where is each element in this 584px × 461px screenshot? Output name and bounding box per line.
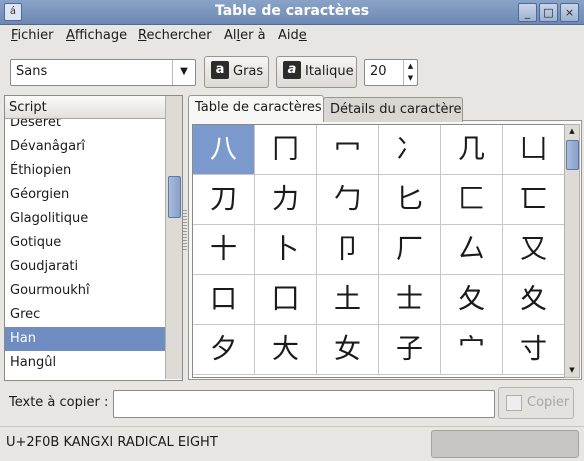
font-family-combo[interactable]: Sans ▼ <box>10 59 196 86</box>
list-item[interactable]: Grec <box>5 303 165 327</box>
grid-cell[interactable]: 夕 <box>193 325 255 375</box>
list-item[interactable]: Goudjarati <box>5 255 165 279</box>
tab-character-details[interactable]: Détails du caractère <box>323 97 463 122</box>
italic-icon: a <box>283 61 301 79</box>
copy-text-input[interactable] <box>113 390 495 418</box>
font-size-spinner[interactable]: 20 ▲ ▼ <box>364 59 418 86</box>
menu-fichier[interactable]: Fichier <box>11 28 54 43</box>
list-item[interactable]: Gourmoukhî <box>5 279 165 303</box>
menu-affichage[interactable]: Affichage <box>66 28 127 43</box>
grid-cell[interactable]: 卜 <box>255 225 317 275</box>
script-column-header[interactable]: Script <box>5 96 165 119</box>
grid-cell[interactable]: 寸 <box>503 325 564 375</box>
grid-cell[interactable]: 勹 <box>317 175 379 225</box>
grid-cell[interactable]: 厂 <box>379 225 441 275</box>
bold-icon: a <box>211 61 229 79</box>
copy-button-label: Copier <box>527 395 570 410</box>
character-grid: 八 冂 冖 冫 几 凵 刀 力 勹 匕 匚 匸 十 卜 卩 厂 厶 又 口 囗 … <box>192 124 565 378</box>
grid-cell[interactable]: 女 <box>317 325 379 375</box>
chevron-down-icon[interactable]: ▼ <box>172 60 195 85</box>
grid-cell[interactable]: 囗 <box>255 275 317 325</box>
grid-cell[interactable]: 夂 <box>441 275 503 325</box>
title-bar: á Table de caractères _ □ × <box>0 0 584 25</box>
minimize-icon[interactable]: _ <box>518 3 537 22</box>
grid-cell[interactable]: 口 <box>193 275 255 325</box>
grid-cell[interactable]: 刀 <box>193 175 255 225</box>
list-item[interactable]: Hangûl <box>5 351 165 375</box>
list-item[interactable]: Gotique <box>5 231 165 255</box>
grid-cell[interactable]: 匚 <box>441 175 503 225</box>
list-item[interactable]: Dévanâgarî <box>5 135 165 159</box>
grid-cell-selected[interactable]: 八 <box>193 125 255 175</box>
scrollbar-thumb[interactable] <box>168 176 181 218</box>
copy-icon <box>506 395 522 411</box>
italic-label: Italique <box>305 64 354 79</box>
status-bar: U+2F0B KANGXI RADICAL EIGHT <box>0 426 584 461</box>
grid-cell[interactable]: 子 <box>379 325 441 375</box>
grid-cell[interactable]: 士 <box>379 275 441 325</box>
list-item[interactable]: Déséret <box>5 119 165 135</box>
grid-cell[interactable]: 凵 <box>503 125 564 175</box>
list-item-selected[interactable]: Han <box>5 327 165 351</box>
grid-scrollbar[interactable]: ▲ ▼ <box>564 124 580 378</box>
window-title: Table de caractères <box>214 3 370 19</box>
spin-arrows-icon[interactable]: ▲ ▼ <box>403 60 417 85</box>
status-progress-box <box>431 430 579 458</box>
grid-cell[interactable]: 匕 <box>379 175 441 225</box>
list-item[interactable]: Glagolitique <box>5 207 165 231</box>
grid-cell[interactable]: 冂 <box>255 125 317 175</box>
grid-cell[interactable]: 几 <box>441 125 503 175</box>
grid-cell[interactable]: 夊 <box>503 275 564 325</box>
grid-cell[interactable]: 又 <box>503 225 564 275</box>
grid-cell[interactable]: 十 <box>193 225 255 275</box>
script-list: Déséret Dévanâgarî Éthiopien Géorgien Gl… <box>5 119 165 379</box>
script-list-scrollbar[interactable] <box>165 96 182 379</box>
menu-aide[interactable]: Aide <box>278 28 307 43</box>
grid-cell[interactable]: 厶 <box>441 225 503 275</box>
menu-bar: Fichier Affichage Rechercher Aller à Aid… <box>0 25 584 47</box>
bold-button[interactable]: a Gras <box>204 56 269 88</box>
script-list-panel: Script Déséret Dévanâgarî Éthiopien Géor… <box>4 95 183 381</box>
status-text: U+2F0B KANGXI RADICAL EIGHT <box>6 435 218 450</box>
close-icon[interactable]: × <box>560 3 579 22</box>
copy-text-label: Texte à copier : <box>9 395 109 410</box>
grid-cell[interactable]: 力 <box>255 175 317 225</box>
pane-resize-handle[interactable] <box>183 210 187 250</box>
scroll-up-icon[interactable]: ▲ <box>565 125 579 138</box>
grid-cell[interactable]: 冖 <box>317 125 379 175</box>
bold-label: Gras <box>233 64 264 79</box>
list-item[interactable]: Éthiopien <box>5 159 165 183</box>
menu-rechercher[interactable]: Rechercher <box>138 28 212 43</box>
maximize-icon[interactable]: □ <box>539 3 558 22</box>
grid-cell[interactable]: 卩 <box>317 225 379 275</box>
copy-button[interactable]: Copier <box>498 387 574 419</box>
tab-character-table[interactable]: Table de caractères <box>188 95 324 122</box>
grid-cell[interactable]: 匸 <box>503 175 564 225</box>
italic-button[interactable]: a Italique <box>276 56 357 88</box>
grid-cell[interactable]: 土 <box>317 275 379 325</box>
list-item[interactable]: Géorgien <box>5 183 165 207</box>
grid-cell[interactable]: 冫 <box>379 125 441 175</box>
font-size-value: 20 <box>370 64 387 79</box>
scrollbar-thumb[interactable] <box>566 140 579 170</box>
grid-cell[interactable]: 大 <box>255 325 317 375</box>
scroll-down-icon[interactable]: ▼ <box>565 364 579 377</box>
menu-aller-a[interactable]: Aller à <box>224 28 266 43</box>
font-family-value: Sans <box>16 64 48 79</box>
grid-cell[interactable]: 宀 <box>441 325 503 375</box>
